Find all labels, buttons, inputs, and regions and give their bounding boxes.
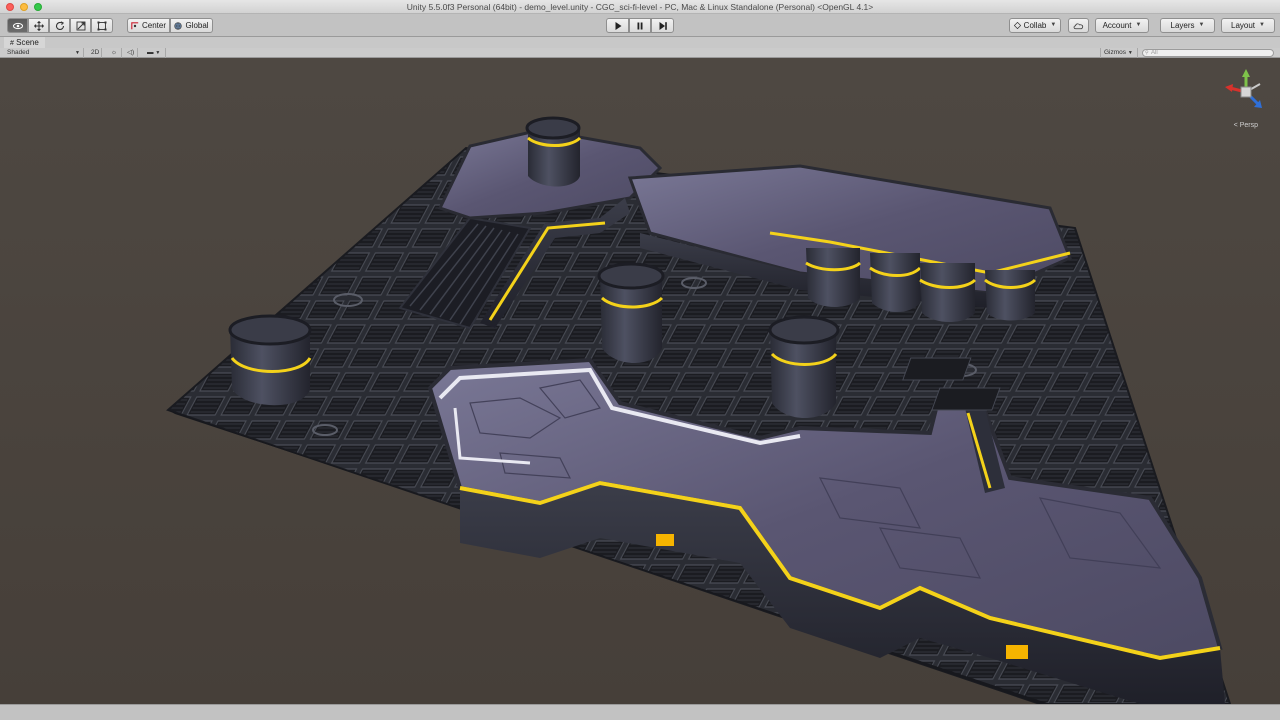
eye-icon	[12, 22, 23, 29]
hand-tool-button[interactable]	[7, 18, 28, 33]
collab-diamond-icon	[1013, 22, 1021, 29]
rect-transform-icon	[97, 21, 107, 30]
play-button[interactable]	[606, 18, 629, 33]
chevron-down-icon: ▼	[1259, 22, 1265, 28]
layers-dropdown[interactable]: Layers ▼	[1160, 18, 1215, 33]
move-arrows-icon	[33, 20, 44, 31]
projection-mode-text: Persp	[1239, 122, 1258, 129]
scene-search-input[interactable]: ⚲ All	[1142, 49, 1274, 57]
step-button[interactable]	[651, 18, 674, 33]
shading-mode-dropdown[interactable]: Shaded ▼	[4, 48, 84, 58]
image-effects-icon: ▬	[147, 49, 154, 56]
pause-icon	[637, 22, 643, 29]
chevron-down-icon: ▼	[155, 50, 161, 56]
gizmos-dropdown[interactable]: Gizmos ▼	[1100, 48, 1138, 58]
scene-grid-icon: #	[10, 40, 14, 47]
speaker-icon: ◁)	[127, 49, 135, 56]
window-titlebar: Unity 5.5.0f3 Personal (64bit) - demo_le…	[0, 0, 1280, 14]
scale-icon	[76, 21, 85, 30]
pivot-mode-label: Center	[141, 21, 166, 30]
status-bar	[0, 704, 1280, 720]
scene-lighting-toggle[interactable]: ☼	[108, 48, 122, 58]
scene-tab-row: # Scene	[0, 37, 1280, 48]
maximize-window-button[interactable]	[34, 3, 42, 11]
projection-label[interactable]: < Persp	[1234, 122, 1258, 129]
2d-toggle-label: 2D	[91, 49, 100, 56]
account-label: Account	[1102, 21, 1132, 30]
collab-label: Collab	[1023, 21, 1047, 30]
main-toolbar: Center Global Collab ▼ Account ▼ Layers …	[0, 14, 1280, 37]
cloud-services-button[interactable]	[1068, 18, 1089, 33]
pause-button[interactable]	[629, 18, 651, 33]
scene-view-toolbar: Shaded ▼ 2D ☼ ◁) ▬ ▼ Gizmos ▼ ⚲ All	[0, 48, 1280, 58]
play-icon	[615, 21, 621, 30]
search-placeholder: All	[1151, 50, 1158, 56]
chevron-down-icon: ▼	[1050, 22, 1057, 28]
scale-tool-button[interactable]	[70, 18, 91, 33]
chevron-down-icon: ▼	[1127, 50, 1133, 56]
shading-mode-label: Shaded	[7, 49, 30, 56]
chevron-down-icon: ▼	[1135, 22, 1142, 28]
account-dropdown[interactable]: Account ▼	[1095, 18, 1149, 33]
minimize-window-button[interactable]	[20, 3, 28, 11]
step-forward-icon	[659, 21, 667, 30]
scene-viewport[interactable]: < Persp	[0, 58, 1280, 704]
pivot-mode-button[interactable]: Center	[127, 18, 170, 33]
tab-scene[interactable]: # Scene	[4, 37, 45, 48]
pivot-rotation-label: Global	[185, 21, 209, 30]
pivot-center-icon	[131, 21, 139, 29]
move-tool-button[interactable]	[28, 18, 49, 33]
sci-fi-level-render	[0, 58, 1280, 704]
2d-toggle-button[interactable]: 2D	[88, 48, 102, 58]
layers-label: Layers	[1170, 21, 1195, 30]
close-window-button[interactable]	[6, 3, 14, 11]
pivot-rotation-button[interactable]: Global	[170, 18, 213, 33]
layout-label: Layout	[1231, 21, 1256, 30]
scene-effects-dropdown[interactable]: ▬ ▼	[144, 48, 166, 58]
sun-icon: ☼	[111, 49, 117, 56]
chevron-down-icon: ▼	[75, 50, 80, 56]
layout-dropdown[interactable]: Layout ▼	[1221, 18, 1275, 33]
rotate-tool-button[interactable]	[49, 18, 70, 33]
collab-dropdown[interactable]: Collab ▼	[1009, 18, 1061, 33]
window-title: Unity 5.5.0f3 Personal (64bit) - demo_le…	[406, 2, 874, 12]
search-icon: ⚲	[1145, 50, 1149, 56]
persp-arrow-icon: <	[1233, 122, 1238, 129]
rotate-icon	[55, 20, 64, 30]
scene-tab-label: Scene	[16, 38, 39, 47]
rect-tool-button[interactable]	[91, 18, 113, 33]
cloud-icon	[1073, 22, 1084, 29]
gizmos-label: Gizmos	[1104, 49, 1127, 56]
chevron-down-icon: ▼	[1198, 22, 1205, 28]
globe-icon	[174, 21, 183, 30]
axis-gizmo-icon	[1225, 69, 1262, 108]
scene-audio-toggle[interactable]: ◁)	[124, 48, 138, 58]
